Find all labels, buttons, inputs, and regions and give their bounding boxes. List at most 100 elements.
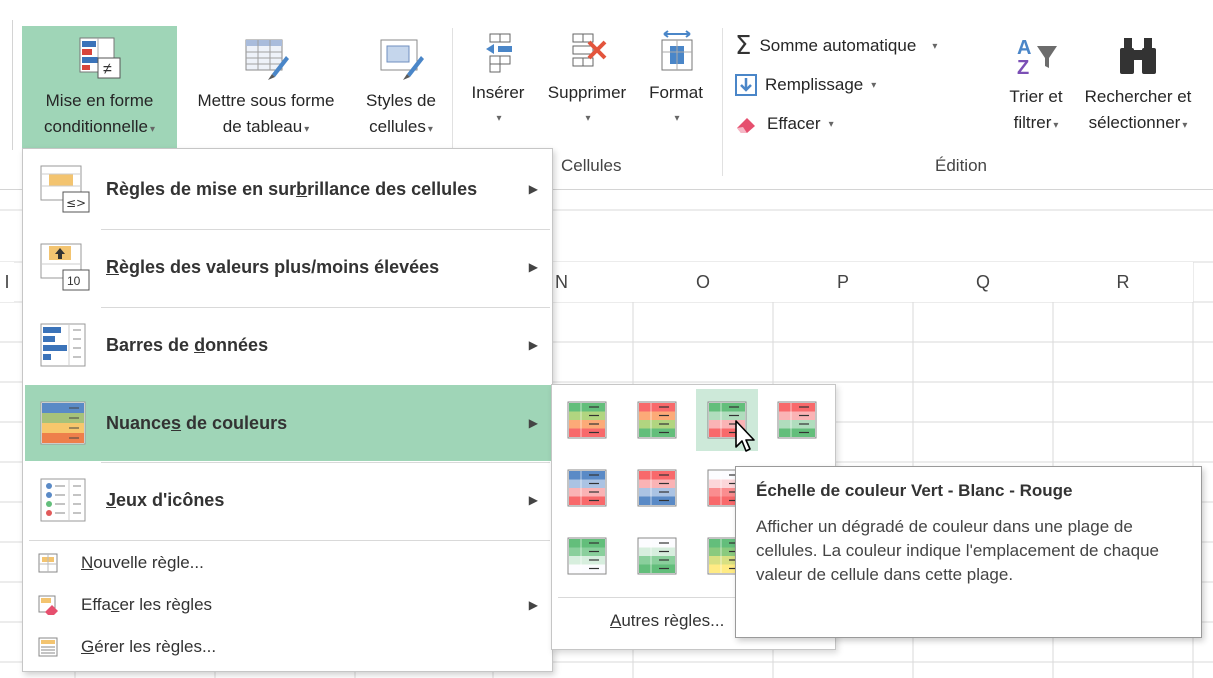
svg-text:≤>: ≤> [66,196,86,210]
menu-item-highlight-cells-rules[interactable]: ≤> Règles de mise en surbrillance des ce… [25,151,552,227]
clear-rules-icon [38,595,58,615]
chevron-right-icon: ▶ [528,260,538,274]
svg-text:Z: Z [1017,57,1029,78]
menu-item-color-scales[interactable]: Nuances de couleurs ▶ [25,385,552,461]
chevron-down-icon: ▾ [1053,120,1059,131]
new-rule-icon [38,553,58,573]
color-scale-icon [637,401,677,439]
conditional-formatting-menu: ≤> Règles de mise en surbrillance des ce… [22,148,553,672]
fill-button[interactable]: Remplissage ▾ [735,74,876,96]
cell-styles-icon [380,39,424,80]
format-as-table-button[interactable]: Mettre sous forme de tableau ▾ [180,26,352,148]
color-scale-icon [567,469,607,507]
eraser-icon [737,118,755,133]
column-header-partial[interactable]: I [0,262,14,302]
cell-styles-button[interactable]: Styles de cellules ▾ [355,26,447,148]
format-cells-button[interactable]: Format ▾ [640,26,712,148]
menu-item-label: Gérer les règles... [81,637,217,656]
color-scale-blue-white-red[interactable] [556,457,618,519]
conditional-formatting-label-1: Mise en forme [45,91,154,110]
cell-styles-label-2: cellules ▾ [369,117,433,136]
color-scale-icon [637,469,677,507]
chevron-down-icon: ▾ [427,124,433,135]
color-scale-green-white[interactable] [556,525,618,587]
find-select-label-1: Rechercher et [1084,87,1192,106]
column-header-r[interactable]: R [1053,262,1193,302]
conditional-formatting-icon: ≠ [79,37,120,79]
format-label: Format [649,83,703,102]
find-select-button[interactable]: Rechercher et sélectionner ▾ [1073,30,1203,148]
sort-filter-button[interactable]: A Z Trier et filtrer ▾ [1001,30,1071,148]
chevron-right-icon: ▶ [528,182,538,196]
delete-label: Supprimer [547,83,627,102]
menu-item-top-bottom-rules[interactable]: 10 Règles des valeurs plus/moins élevées… [25,229,552,305]
ribbon-edge [12,20,13,150]
menu-item-data-bars[interactable]: Barres de données ▶ [25,307,552,383]
color-scale-icon [777,401,817,439]
autosum-label: Somme automatique [759,36,917,55]
clear-label: Effacer [767,114,821,133]
top-bottom-rules-icon: 10 [40,243,90,291]
fill-label: Remplissage [765,75,864,94]
chevron-right-icon: ▶ [528,416,538,430]
color-scale-icon [567,401,607,439]
color-scale-green-yellow-red[interactable] [556,389,618,451]
menu-item-label: Barres de données [106,334,269,355]
format-as-table-label-1: Mettre sous forme [197,91,335,110]
chevron-down-icon: ▾ [674,113,680,124]
conditional-formatting-label-2: conditionnelle ▾ [44,117,155,136]
svg-text:10: 10 [67,274,81,288]
data-bars-icon [40,323,86,367]
chevron-down-icon: ▾ [304,124,310,135]
insert-cells-button[interactable]: Insérer ▾ [462,26,534,148]
menu-item-label: Effacer les règles [81,595,213,614]
color-scales-icon [40,401,86,445]
menu-item-label: Nuances de couleurs [106,412,288,433]
menu-item-icon-sets[interactable]: Jeux d'icônes ▶ [25,462,552,538]
menu-item-label: Nouvelle règle... [81,553,204,572]
tooltip-title: Échelle de couleur Vert - Blanc - Rouge [756,481,1073,500]
conditional-formatting-button[interactable]: ≠ Mise en forme conditionnelle ▾ [22,26,177,148]
chevron-down-icon: ▾ [585,113,591,124]
chevron-down-icon: ▾ [871,79,877,91]
menu-item-clear-rules[interactable]: Effacer les règles ▶ [25,585,552,625]
chevron-right-icon: ▶ [528,493,538,507]
svg-text:≠: ≠ [103,61,112,78]
color-scale-red-yellow-green[interactable] [626,389,688,451]
color-scale-red-white-blue[interactable] [626,457,688,519]
menu-item-label: Règles de mise en surbrillance des cellu… [106,178,478,199]
autosum-button[interactable]: Σ Somme automatique ▾ [735,33,938,59]
tooltip: Échelle de couleur Vert - Blanc - Rouge … [735,466,1202,638]
color-scale-white-green[interactable] [626,525,688,587]
cells-group-label: Cellules [561,156,622,175]
delete-cells-button[interactable]: Supprimer ▾ [536,26,638,148]
menu-item-new-rule[interactable]: Nouvelle règle... [25,543,552,583]
icon-sets-icon [40,478,86,522]
color-scale-red-white-green[interactable] [766,389,828,451]
color-scale-icon [567,537,607,575]
tooltip-body: Afficher un dégradé de couleur dans une … [756,517,1160,584]
format-as-table-label-2: de tableau ▾ [222,117,310,136]
chevron-down-icon: ▾ [828,118,834,130]
format-cells-icon [661,30,693,71]
more-rules-link[interactable]: Autres règles... [610,611,724,631]
chevron-down-icon: ▾ [932,40,938,52]
column-header-q[interactable]: Q [913,262,1053,302]
column-header-o[interactable]: O [633,262,773,302]
fill-down-icon [735,74,757,96]
column-header-p[interactable]: P [773,262,913,302]
chevron-right-icon: ▶ [528,338,538,352]
chevron-down-icon: ▾ [149,124,155,135]
chevron-down-icon: ▾ [496,113,502,124]
binoculars-icon [1120,38,1156,74]
chevron-down-icon: ▾ [1182,120,1188,131]
format-as-table-icon [245,39,289,80]
svg-text:A: A [1017,37,1031,59]
delete-cells-icon [572,33,607,67]
group-divider [722,28,723,176]
menu-item-manage-rules[interactable]: Gérer les règles... [25,627,552,667]
editing-group-label: Édition [935,156,987,175]
color-scale-icon [637,537,677,575]
sort-filter-label-2: filtrer ▾ [1013,113,1059,132]
clear-button[interactable]: Effacer ▾ [735,114,834,134]
